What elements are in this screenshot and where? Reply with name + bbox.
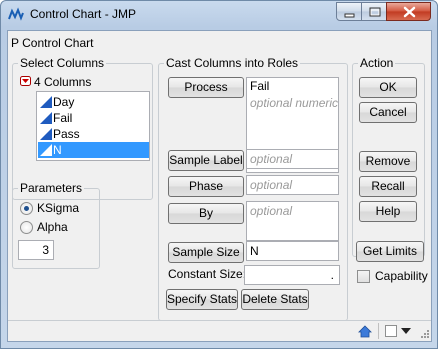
column-label: Fail <box>53 111 73 125</box>
column-item-day[interactable]: Day <box>38 94 149 110</box>
ksigma-radio[interactable] <box>20 202 33 215</box>
column-item-fail[interactable]: Fail <box>38 110 149 126</box>
help-button[interactable]: Help <box>359 201 417 222</box>
column-item-n[interactable]: N <box>38 142 149 158</box>
process-placeholder: optional numeric <box>250 96 339 110</box>
column-label: Pass <box>53 127 80 141</box>
process-value: Fail <box>250 79 270 93</box>
close-icon <box>403 6 416 18</box>
column-list[interactable]: Day Fail Pass N <box>36 91 150 161</box>
window-title: Control Chart - JMP <box>30 7 137 21</box>
status-divider <box>378 323 379 339</box>
status-bar <box>8 320 431 341</box>
constant-size-field[interactable]: . <box>244 265 340 285</box>
continuous-column-icon <box>40 96 52 108</box>
sample-label-field[interactable]: optional <box>246 149 339 169</box>
delete-stats-button[interactable]: Delete Stats <box>241 289 309 310</box>
action-legend: Action <box>358 56 396 70</box>
column-count-label: 4 Columns <box>34 75 92 89</box>
chevron-down-icon[interactable] <box>401 328 411 334</box>
cancel-button[interactable]: Cancel <box>359 102 417 123</box>
remove-button[interactable]: Remove <box>359 151 417 172</box>
alpha-label: Alpha <box>37 220 68 234</box>
capability-checkbox[interactable] <box>357 270 370 283</box>
title-bar[interactable]: Control Chart - JMP <box>1 1 437 29</box>
minimize-button[interactable] <box>336 2 362 21</box>
alpha-radio[interactable] <box>20 221 33 234</box>
column-label: N <box>53 143 62 157</box>
continuous-column-icon <box>40 128 52 140</box>
parameters-legend: Parameters <box>18 181 85 195</box>
continuous-column-icon <box>40 112 52 124</box>
constant-size-label: Constant Size: <box>168 267 247 281</box>
dropdown-triangle-icon[interactable] <box>20 76 31 86</box>
resize-grip-icon[interactable] <box>418 329 430 341</box>
window: Control Chart - JMP P Control Chart Sele… <box>0 0 438 349</box>
by-button[interactable]: By <box>168 203 244 224</box>
column-label: Day <box>53 95 75 109</box>
cast-columns-legend: Cast Columns into Roles <box>164 56 301 70</box>
process-button[interactable]: Process <box>168 77 244 98</box>
maximize-button[interactable] <box>361 2 387 21</box>
home-icon[interactable] <box>358 325 372 338</box>
close-button[interactable] <box>386 2 431 21</box>
dialog-heading: P Control Chart <box>11 36 94 50</box>
minimize-icon <box>344 13 355 18</box>
sample-size-field[interactable]: N <box>246 241 339 261</box>
specify-stats-button[interactable]: Specify Stats <box>166 289 238 310</box>
get-limits-button[interactable]: Get Limits <box>356 241 424 262</box>
sample-size-button[interactable]: Sample Size <box>168 242 244 263</box>
ok-button[interactable]: OK <box>359 77 417 98</box>
by-field[interactable]: optional <box>246 201 339 241</box>
phase-button[interactable]: Phase <box>168 176 244 197</box>
ksigma-label: KSigma <box>37 201 80 215</box>
column-item-pass[interactable]: Pass <box>38 126 149 142</box>
recall-button[interactable]: Recall <box>359 176 417 197</box>
select-columns-legend: Select Columns <box>18 56 107 70</box>
capability-label: Capability <box>375 269 428 283</box>
phase-field[interactable]: optional <box>246 175 339 195</box>
parameter-value-field[interactable]: 3 <box>18 240 54 260</box>
continuous-column-icon <box>40 144 52 156</box>
jmp-app-icon <box>8 7 24 21</box>
sample-label-button[interactable]: Sample Label <box>168 150 244 171</box>
status-checkbox[interactable] <box>385 325 397 337</box>
dialog-client-area: P Control Chart Select Columns 4 Columns… <box>7 30 432 342</box>
maximize-icon <box>369 7 381 17</box>
